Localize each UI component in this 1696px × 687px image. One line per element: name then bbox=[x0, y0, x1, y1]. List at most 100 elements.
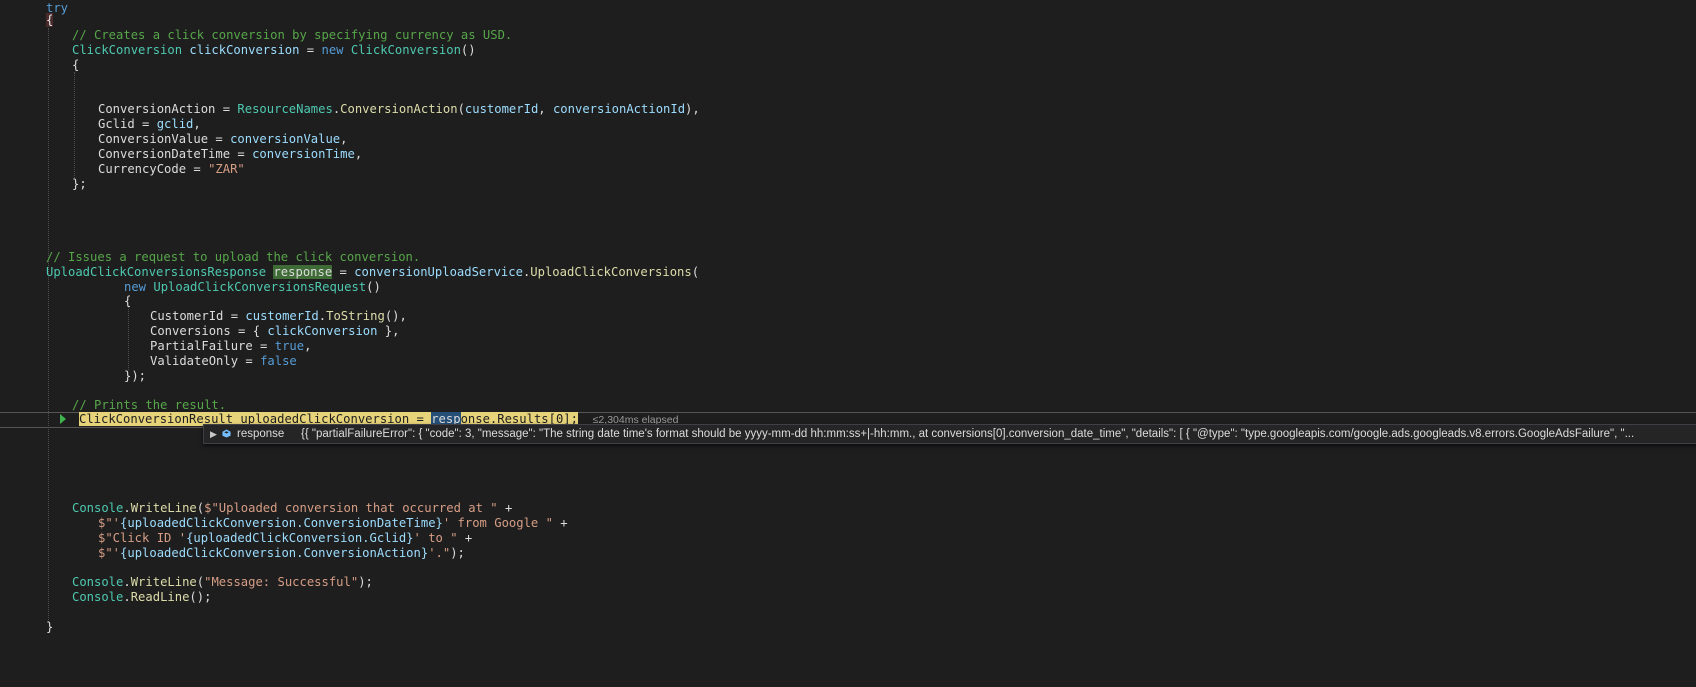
variable: conversionValue bbox=[230, 132, 341, 146]
punctuation: . bbox=[318, 309, 327, 323]
brace-open-highlighted: { bbox=[46, 13, 54, 27]
interpolation: {uploadedClickConversion.ConversionDateT… bbox=[120, 516, 443, 530]
variable: conversionActionId bbox=[552, 102, 686, 116]
punctuation: ); bbox=[450, 546, 465, 560]
property: PartialFailure = bbox=[150, 339, 275, 353]
punctuation: ( bbox=[196, 575, 205, 589]
string-literal: $"' bbox=[98, 516, 121, 530]
punctuation: (), bbox=[384, 309, 407, 323]
code-line: Console.ReadLine(); bbox=[72, 589, 211, 605]
punctuation: , bbox=[354, 147, 363, 161]
brace: } bbox=[46, 620, 54, 634]
keyword: true bbox=[274, 339, 305, 353]
punctuation: ), bbox=[685, 102, 700, 116]
object-icon bbox=[222, 429, 231, 438]
operator: = bbox=[299, 43, 322, 57]
code-line: Gclid = gclid, bbox=[98, 116, 201, 132]
indent-guide bbox=[128, 306, 129, 370]
variable: gclid bbox=[156, 117, 194, 131]
punctuation: () bbox=[366, 280, 381, 294]
method: UploadClickConversions bbox=[530, 265, 692, 279]
string-literal: $"Uploaded conversion that occurred at " bbox=[204, 501, 498, 515]
property: Conversions = { bbox=[150, 324, 268, 338]
code-line: }; bbox=[72, 176, 87, 192]
punctuation: () bbox=[460, 43, 476, 57]
string-literal: $"' bbox=[98, 546, 121, 560]
debugger-datatip[interactable]: ▶ response {{ "partialFailureError": { "… bbox=[203, 424, 1696, 444]
code-line: new UploadClickConversionsRequest() bbox=[124, 279, 381, 295]
code-line: Conversions = { clickConversion }, bbox=[150, 323, 399, 339]
punctuation: . bbox=[123, 501, 131, 515]
code-line: Console.WriteLine("Message: Successful")… bbox=[72, 574, 373, 590]
variable: clickConversion bbox=[189, 43, 300, 57]
comment: // Creates a click conversion by specify… bbox=[72, 28, 513, 42]
property: ConversionDateTime = bbox=[98, 147, 253, 161]
operator: + bbox=[457, 531, 473, 545]
interpolation: {uploadedClickConversion.ConversionActio… bbox=[120, 546, 429, 560]
expand-icon[interactable]: ▶ bbox=[210, 425, 217, 443]
variable-reference-highlight[interactable]: response bbox=[273, 265, 333, 279]
indent-guide bbox=[48, 28, 49, 622]
datatip-variable-name: response bbox=[237, 428, 285, 440]
variable: customerId bbox=[245, 309, 319, 323]
type-name: Console bbox=[72, 590, 124, 604]
type-name: Console bbox=[72, 575, 124, 589]
property: ConversionAction = bbox=[98, 102, 238, 116]
punctuation: ( bbox=[196, 501, 205, 515]
string-literal: "ZAR" bbox=[208, 162, 245, 176]
punctuation: . bbox=[123, 590, 131, 604]
string-literal: '." bbox=[428, 546, 451, 560]
code-line: ConversionDateTime = conversionTime, bbox=[98, 146, 362, 162]
type-name: UploadClickConversionsResponse bbox=[46, 265, 267, 279]
punctuation: , bbox=[304, 339, 312, 353]
operator: = bbox=[332, 265, 355, 279]
method: WriteLine bbox=[130, 501, 197, 515]
method: WriteLine bbox=[130, 575, 197, 589]
code-line: } bbox=[46, 619, 53, 635]
code-line: // Creates a click conversion by specify… bbox=[72, 27, 512, 43]
comment: // Issues a request to upload the click … bbox=[46, 250, 421, 264]
code-line: $"'{uploadedClickConversion.ConversionDa… bbox=[98, 515, 568, 531]
type-name: Console bbox=[72, 501, 124, 515]
brace: { bbox=[124, 294, 132, 308]
punctuation: (); bbox=[189, 590, 212, 604]
keyword: false bbox=[260, 354, 297, 368]
code-line: UploadClickConversionsResponse response … bbox=[46, 264, 699, 280]
code-line: Console.WriteLine($"Uploaded conversion … bbox=[72, 500, 512, 516]
punctuation: ( bbox=[457, 102, 465, 116]
punctuation: , bbox=[538, 102, 553, 116]
property: CurrencyCode = bbox=[98, 162, 209, 176]
brace: }; bbox=[72, 177, 87, 191]
code-editor[interactable]: try { // Creates a click conversion by s… bbox=[0, 0, 1696, 687]
code-line: ValidateOnly = false bbox=[150, 353, 297, 369]
keyword: new bbox=[124, 280, 147, 294]
code-line: { bbox=[72, 57, 79, 73]
method: ToString bbox=[326, 309, 385, 323]
punctuation: , bbox=[340, 132, 348, 146]
variable: conversionTime bbox=[252, 147, 355, 161]
execution-arrow-icon[interactable] bbox=[60, 414, 66, 424]
method: ReadLine bbox=[130, 590, 190, 604]
punctuation: }, bbox=[377, 324, 400, 338]
code-line: CustomerId = customerId.ToString(), bbox=[150, 308, 407, 324]
punctuation: , bbox=[193, 117, 201, 131]
variable: clickConversion bbox=[267, 324, 378, 338]
punctuation: ( bbox=[691, 265, 700, 279]
code-line: CurrencyCode = "ZAR" bbox=[98, 161, 245, 177]
type-name: UploadClickConversionsRequest bbox=[153, 280, 367, 294]
property: ConversionValue = bbox=[98, 132, 231, 146]
string-literal: ' to " bbox=[413, 531, 458, 545]
code-line: // Issues a request to upload the click … bbox=[46, 249, 420, 265]
datatip-value[interactable]: {{ "partialFailureError": { "code": 3, "… bbox=[301, 425, 1634, 443]
comment: // Prints the result. bbox=[72, 398, 227, 412]
code-line: PartialFailure = true, bbox=[150, 338, 311, 354]
indent-guide bbox=[74, 72, 75, 178]
keyword: new bbox=[321, 43, 344, 57]
punctuation: . bbox=[123, 575, 131, 589]
code-line: $"Click ID '{uploadedClickConversion.Gcl… bbox=[98, 530, 472, 546]
string-literal: "Message: Successful" bbox=[204, 575, 359, 589]
code-line: ConversionValue = conversionValue, bbox=[98, 131, 347, 147]
property: Gclid = bbox=[98, 117, 157, 131]
property: CustomerId = bbox=[150, 309, 246, 323]
operator: + bbox=[497, 501, 513, 515]
